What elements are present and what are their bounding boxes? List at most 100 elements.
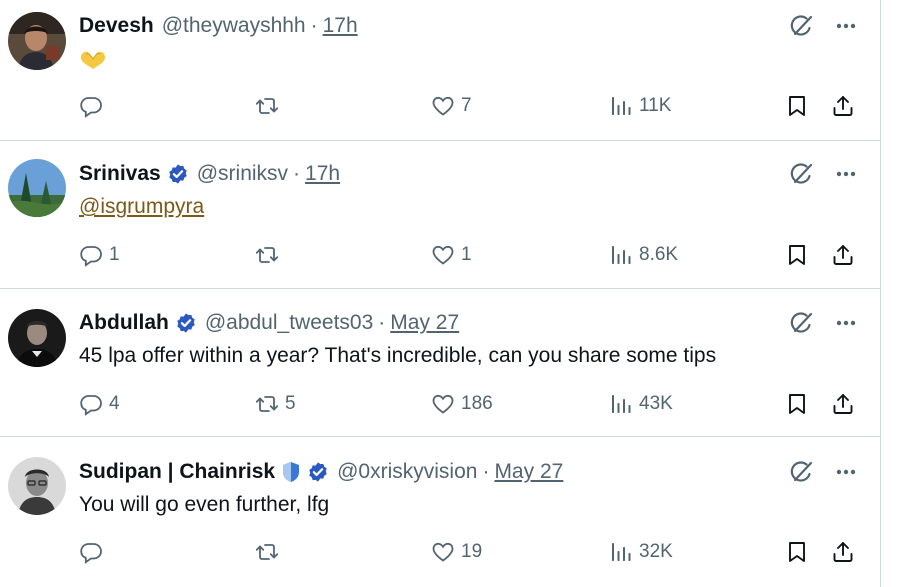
- column-border: [880, 0, 881, 587]
- bookmark-icon: [785, 243, 809, 267]
- more-icon[interactable]: [833, 459, 859, 485]
- tweet-header: Devesh @theywayshhh · 17h: [79, 13, 358, 39]
- author-handle[interactable]: @abdul_tweets03: [205, 311, 373, 335]
- verified-badge-icon: [175, 312, 197, 334]
- tweet-top-icons: [789, 310, 861, 336]
- views-count: 11K: [639, 95, 672, 116]
- like-count: 1: [461, 244, 472, 265]
- retweet-icon: [255, 540, 279, 564]
- share-button[interactable]: [831, 391, 855, 417]
- tweet-text: [79, 48, 107, 76]
- timestamp[interactable]: 17h: [305, 162, 340, 186]
- avatar[interactable]: [8, 159, 66, 217]
- like-icon: [431, 392, 455, 416]
- mention-link[interactable]: @isgrumpyra: [79, 195, 204, 218]
- like-button[interactable]: 19: [431, 539, 482, 565]
- bookmark-icon: [785, 94, 809, 118]
- grok-icon[interactable]: [789, 310, 815, 336]
- tweet[interactable]: Sudipan | Chainrisk @0xriskyvision · May…: [0, 437, 880, 587]
- bookmark-button[interactable]: [785, 539, 809, 565]
- retweet-button[interactable]: [255, 242, 285, 268]
- bookmark-button[interactable]: [785, 242, 809, 268]
- grok-icon[interactable]: [789, 13, 815, 39]
- views-button[interactable]: 11K: [609, 93, 671, 119]
- grok-icon[interactable]: [789, 161, 815, 187]
- views-icon: [609, 243, 633, 267]
- author-name[interactable]: Devesh: [79, 14, 154, 38]
- reply-icon: [79, 392, 103, 416]
- tweet-header: Srinivas @sriniksv · 17h: [79, 161, 340, 187]
- tweet-text: You will go even further, lfg: [79, 493, 330, 516]
- like-count: 7: [461, 95, 472, 116]
- like-count: 19: [461, 541, 483, 562]
- retweet-icon: [255, 94, 279, 118]
- share-button[interactable]: [831, 242, 855, 268]
- action-bar: 19 32K: [79, 539, 869, 565]
- share-icon: [831, 540, 855, 564]
- more-icon[interactable]: [833, 13, 859, 39]
- tweet-top-icons: [789, 459, 861, 485]
- like-button[interactable]: 1: [431, 242, 472, 268]
- bookmark-icon: [785, 392, 809, 416]
- retweet-icon: [255, 243, 279, 267]
- retweet-button[interactable]: [255, 93, 285, 119]
- views-count: 43K: [639, 393, 673, 414]
- author-name[interactable]: Abdullah: [79, 311, 169, 335]
- like-count: 186: [461, 393, 493, 414]
- author-handle[interactable]: @theywayshhh: [162, 14, 306, 38]
- share-button[interactable]: [831, 539, 855, 565]
- share-icon: [831, 243, 855, 267]
- like-icon: [431, 243, 455, 267]
- action-bar: 1 1 8.6K: [79, 242, 869, 268]
- views-count: 8.6K: [639, 244, 679, 265]
- views-button[interactable]: 32K: [609, 539, 673, 565]
- separator-dot: ·: [378, 311, 386, 334]
- bookmark-icon: [785, 540, 809, 564]
- more-icon[interactable]: [833, 310, 859, 336]
- avatar[interactable]: [8, 457, 66, 515]
- reply-icon: [79, 243, 103, 267]
- views-button[interactable]: 43K: [609, 391, 673, 417]
- retweet-button[interactable]: 5: [255, 391, 296, 417]
- reply-button[interactable]: 4: [79, 391, 120, 417]
- tweet-text: 45 lpa offer within a year? That's incre…: [79, 344, 717, 367]
- grok-icon[interactable]: [789, 459, 815, 485]
- separator-dot: ·: [293, 162, 301, 185]
- like-button[interactable]: 186: [431, 391, 493, 417]
- views-count: 32K: [639, 541, 673, 562]
- views-button[interactable]: 8.6K: [609, 242, 678, 268]
- reply-button[interactable]: 1: [79, 242, 120, 268]
- shield-badge-icon: [281, 461, 301, 483]
- tweet-header: Sudipan | Chainrisk @0xriskyvision · May…: [79, 459, 563, 485]
- reply-button[interactable]: [79, 539, 109, 565]
- share-button[interactable]: [831, 93, 855, 119]
- reply-button[interactable]: [79, 93, 109, 119]
- retweet-button[interactable]: [255, 539, 285, 565]
- reply-icon: [79, 94, 103, 118]
- tweet[interactable]: Devesh @theywayshhh · 17h 7 11K: [0, 0, 880, 141]
- timestamp[interactable]: May 27: [390, 311, 459, 335]
- like-icon: [431, 540, 455, 564]
- author-name[interactable]: Sudipan | Chainrisk: [79, 460, 275, 484]
- tweet[interactable]: Abdullah @abdul_tweets03 · May 27 45 lpa…: [0, 289, 880, 437]
- author-name[interactable]: Srinivas: [79, 162, 161, 186]
- avatar[interactable]: [8, 309, 66, 367]
- reply-icon: [79, 540, 103, 564]
- views-icon: [609, 392, 633, 416]
- verified-badge-icon: [167, 163, 189, 185]
- bookmark-button[interactable]: [785, 93, 809, 119]
- more-icon[interactable]: [833, 161, 859, 187]
- tweet-text: @isgrumpyra: [79, 195, 204, 219]
- like-button[interactable]: 7: [431, 93, 472, 119]
- tweet[interactable]: Srinivas @sriniksv · 17h @isgrumpyra 1 1…: [0, 141, 880, 289]
- timestamp[interactable]: 17h: [323, 14, 358, 38]
- share-icon: [831, 392, 855, 416]
- separator-dot: ·: [310, 14, 318, 37]
- avatar[interactable]: [8, 12, 66, 70]
- timestamp[interactable]: May 27: [494, 460, 563, 484]
- bookmark-button[interactable]: [785, 391, 809, 417]
- author-handle[interactable]: @sriniksv: [197, 162, 288, 186]
- action-bar: 4 5 186 43K: [79, 391, 869, 417]
- retweet-count: 5: [285, 393, 296, 414]
- author-handle[interactable]: @0xriskyvision: [337, 460, 477, 484]
